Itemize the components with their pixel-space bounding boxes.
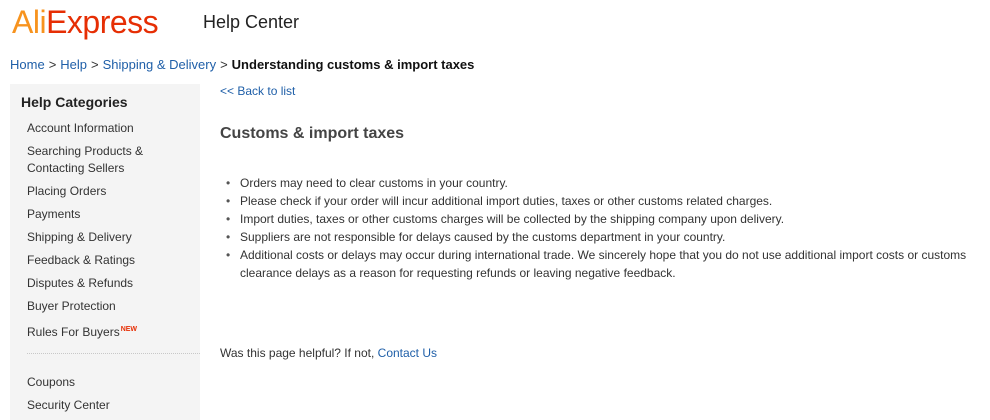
- header: AliExpress Help Center: [0, 0, 990, 48]
- sidebar-item-security-center[interactable]: Security Center: [27, 397, 197, 414]
- sidebar-item-shipping-delivery[interactable]: Shipping & Delivery: [27, 229, 197, 246]
- aliexpress-logo[interactable]: AliExpress: [12, 2, 159, 42]
- list-item: Please check if your order will incur ad…: [220, 192, 990, 210]
- breadcrumb-shipping-delivery[interactable]: Shipping & Delivery: [103, 57, 216, 72]
- sidebar-heading: Help Categories: [21, 94, 128, 110]
- customs-info-list: Orders may need to clear customs in your…: [220, 174, 990, 282]
- sidebar-item-rules-for-buyers[interactable]: Rules For BuyersNEW: [27, 321, 197, 341]
- logo-ali: Ali: [12, 4, 47, 40]
- sidebar-divider: [27, 353, 200, 354]
- breadcrumb-separator: >: [91, 57, 99, 72]
- sidebar: Help Categories Account Information Sear…: [10, 84, 200, 420]
- contact-us-link[interactable]: Contact Us: [378, 346, 437, 360]
- sidebar-item-searching-products[interactable]: Searching Products & Contacting Sellers: [27, 143, 197, 177]
- sidebar-item-payments[interactable]: Payments: [27, 206, 197, 223]
- breadcrumb-current: Understanding customs & import taxes: [231, 57, 475, 72]
- logo-express: Express: [46, 4, 159, 40]
- list-item: Import duties, taxes or other customs ch…: [220, 210, 990, 228]
- sidebar-item-label: Rules For Buyers: [27, 325, 120, 339]
- sidebar-category-list: Account Information Searching Products &…: [27, 120, 197, 347]
- sidebar-item-disputes-refunds[interactable]: Disputes & Refunds: [27, 275, 197, 292]
- breadcrumb-help[interactable]: Help: [60, 57, 87, 72]
- breadcrumb-home[interactable]: Home: [10, 57, 45, 72]
- list-item: Orders may need to clear customs in your…: [220, 174, 990, 192]
- list-item: Additional costs or delays may occur dur…: [220, 246, 990, 282]
- list-item: Suppliers are not responsible for delays…: [220, 228, 990, 246]
- sidebar-item-account-information[interactable]: Account Information: [27, 120, 197, 137]
- sidebar-item-buyer-protection[interactable]: Buyer Protection: [27, 298, 197, 315]
- breadcrumb-separator: >: [220, 57, 228, 72]
- new-badge: NEW: [120, 326, 138, 333]
- helpful-text: Was this page helpful? If not,: [220, 346, 378, 360]
- help-center-title: Help Center: [203, 12, 300, 32]
- breadcrumb-separator: >: [48, 57, 57, 72]
- sidebar-item-placing-orders[interactable]: Placing Orders: [27, 183, 197, 200]
- page-title: Customs & import taxes: [220, 125, 405, 142]
- sidebar-item-coupons[interactable]: Coupons: [27, 374, 197, 391]
- sidebar-item-feedback-ratings[interactable]: Feedback & Ratings: [27, 252, 197, 269]
- sidebar-secondary-list: Coupons Security Center: [27, 374, 197, 420]
- helpful-prompt: Was this page helpful? If not, Contact U…: [220, 346, 437, 360]
- back-to-list-link[interactable]: << Back to list: [220, 84, 295, 98]
- breadcrumb: Home > Help > Shipping & Delivery > Understand…: [10, 57, 474, 72]
